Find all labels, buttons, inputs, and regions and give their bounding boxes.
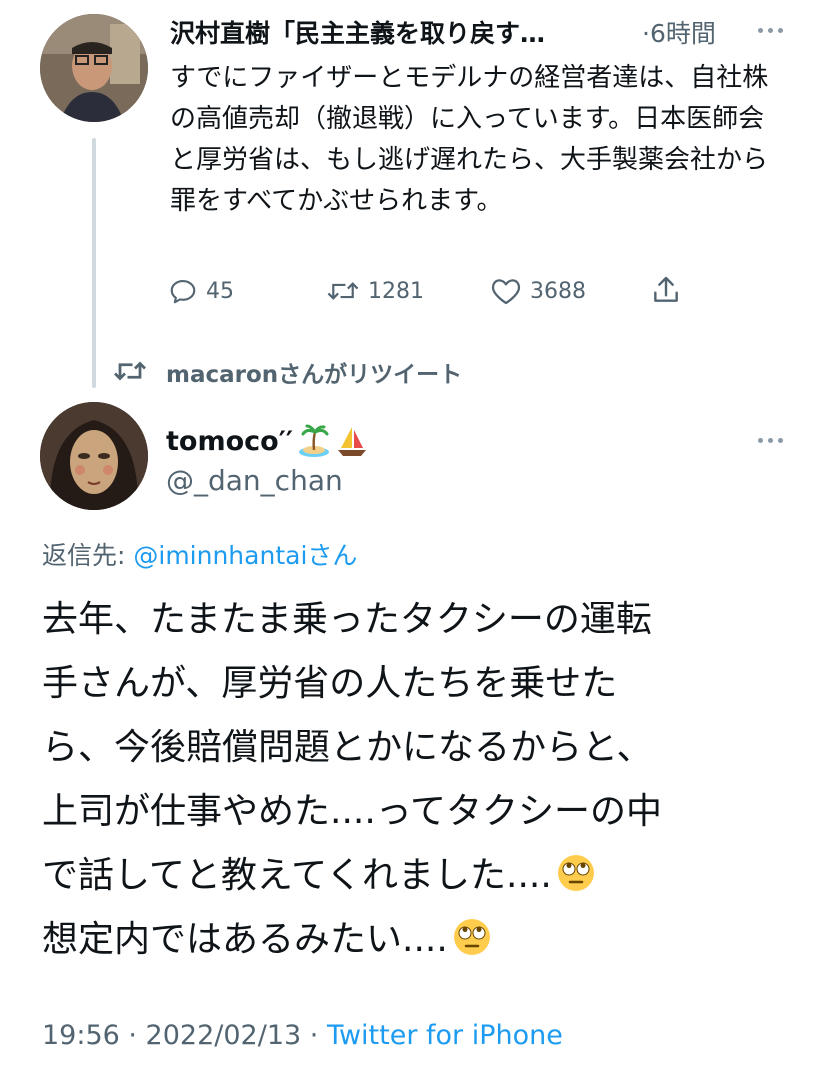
tweet1-more-icon[interactable]	[758, 28, 783, 33]
reply-to-prefix: 返信先:	[42, 541, 134, 570]
tweet2-display-name-text: tomoco′′	[166, 425, 293, 457]
avatar-tomoco[interactable]	[40, 402, 148, 510]
tweet2-display-name[interactable]: tomoco′′	[166, 424, 369, 458]
tweet2-line: で話してと教えてくれました....	[42, 844, 802, 908]
desert-island-icon	[297, 424, 331, 458]
reply-to-handle[interactable]: @iminnhantai	[133, 541, 307, 570]
share-icon	[654, 276, 678, 302]
tweet2-line: 想定内ではあるみたい....	[42, 908, 802, 972]
reply-to-line: 返信先: @iminnhantaiさん	[42, 536, 357, 572]
tweet1-display-name[interactable]: 沢村直樹「民主主義を取り戻す…	[170, 14, 545, 50]
tweet2-text: 去年、たまたま乗ったタクシーの運転 手さんが、厚労省の人たちを乗せた ら、今後賠…	[42, 588, 802, 972]
share-button[interactable]	[650, 274, 682, 306]
tweet2-line: 手さんが、厚労省の人たちを乗せた	[42, 663, 618, 704]
reply-icon	[170, 279, 196, 304]
thread-line	[92, 138, 96, 388]
tweet1-text: すでにファイザーとモデルナの経営者達は、自社株の高値売却（撤退戦）に入っています…	[170, 63, 769, 216]
retweet-banner-text[interactable]: macaronさんがリツイート	[166, 355, 462, 389]
heart-icon	[491, 279, 521, 305]
tweet2-meta: 19:56 · 2022/02/13 · Twitter for iPhone	[42, 1020, 563, 1051]
tweet2-timestamp[interactable]: 19:56 · 2022/02/13 ·	[42, 1020, 327, 1051]
tweet2-line: 上司が仕事やめた....ってタクシーの中	[42, 791, 662, 832]
face-with-rolling-eyes-icon	[452, 914, 492, 955]
tweet2-source[interactable]: Twitter for iPhone	[327, 1020, 563, 1051]
retweet-count: 1281	[368, 278, 424, 304]
like-count: 3688	[530, 278, 586, 304]
tweet2-handle[interactable]: @_dan_chan	[166, 464, 343, 497]
tweet2-line: 去年、たまたま乗ったタクシーの運転	[42, 599, 652, 640]
retweet-button[interactable]: 1281	[326, 276, 424, 306]
sailboat-icon	[335, 424, 369, 458]
face-with-rolling-eyes-icon	[556, 850, 596, 891]
avatar-sawamura[interactable]	[40, 14, 148, 122]
like-button[interactable]: 3688	[490, 276, 586, 306]
reply-count: 45	[206, 278, 234, 304]
reply-button[interactable]: 45	[168, 276, 234, 306]
retweet-icon	[327, 282, 359, 300]
tweet2-line: ら、今後賠償問題とかになるからと、	[42, 727, 653, 768]
tweet2-more-icon[interactable]	[758, 438, 783, 443]
reply-to-suffix[interactable]: さん	[307, 541, 357, 570]
tweet1-time[interactable]: ·6時間	[642, 14, 716, 50]
retweet-banner-icon	[112, 356, 148, 390]
